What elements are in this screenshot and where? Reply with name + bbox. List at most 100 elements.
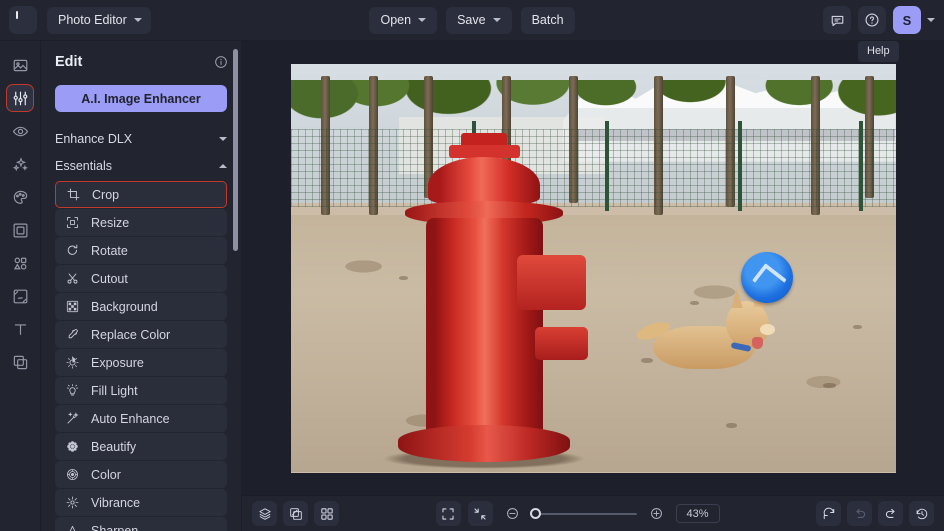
- history-button[interactable]: [909, 501, 934, 526]
- group-enhance-dlx[interactable]: Enhance DLX: [55, 126, 227, 151]
- crop-icon: [66, 188, 81, 201]
- tool-item-label: Cutout: [91, 272, 128, 286]
- tool-item-sharpen[interactable]: Sharpen: [55, 517, 227, 531]
- texture-icon: [12, 288, 29, 305]
- tool-item-fill-light[interactable]: Fill Light: [55, 377, 227, 404]
- sidebar-tool-touchup[interactable]: [6, 117, 34, 145]
- chevron-up-icon: [219, 164, 227, 168]
- magic-wand-icon: [65, 412, 80, 425]
- undo-button[interactable]: [847, 501, 872, 526]
- fire-hydrant-subject: [357, 133, 611, 472]
- essentials-tool-list: Crop Resize: [55, 181, 227, 531]
- eyedropper-icon: [65, 328, 80, 341]
- zoom-level-field[interactable]: 43%: [676, 504, 720, 523]
- user-avatar[interactable]: S: [893, 6, 921, 34]
- zoom-in-button[interactable]: [644, 501, 669, 526]
- layers-button[interactable]: [252, 501, 277, 526]
- eye-icon: [12, 123, 29, 140]
- tool-item-rotate[interactable]: Rotate: [55, 237, 227, 264]
- help-button[interactable]: [858, 6, 886, 34]
- product-switcher[interactable]: Photo Editor: [47, 7, 151, 34]
- sidebar-tool-graphics[interactable]: [6, 249, 34, 277]
- sidebar-tool-image[interactable]: [6, 51, 34, 79]
- panel-scrollbar[interactable]: [233, 41, 238, 531]
- account-chevron-down-icon[interactable]: [927, 18, 935, 22]
- feedback-button[interactable]: [823, 6, 851, 34]
- reset-button[interactable]: [816, 501, 841, 526]
- shapes-icon: [12, 255, 29, 272]
- help-tooltip: Help: [858, 41, 899, 62]
- group-essentials-label: Essentials: [55, 159, 112, 173]
- bulb-icon: [65, 384, 80, 397]
- tool-item-exposure[interactable]: Exposure: [55, 349, 227, 376]
- sidebar-tool-layers[interactable]: [6, 348, 34, 376]
- edited-photo[interactable]: [291, 64, 896, 473]
- edit-panel: Edit A.I. Image Enhancer Enhance DLX: [41, 41, 242, 531]
- tool-item-beautify[interactable]: Beautify: [55, 433, 227, 460]
- sidebar-tool-frames[interactable]: [6, 216, 34, 244]
- zoom-slider[interactable]: [500, 501, 669, 526]
- batch-button[interactable]: Batch: [521, 7, 575, 34]
- grid-button[interactable]: [314, 501, 339, 526]
- sliders-icon: [12, 90, 29, 107]
- color-wheel-icon: [65, 468, 80, 481]
- chevron-down-icon: [418, 18, 426, 22]
- tool-item-label: Vibrance: [91, 496, 140, 510]
- sidebar-tool-edit[interactable]: [6, 84, 34, 112]
- tool-item-label: Beautify: [91, 440, 136, 454]
- fit-screen-button[interactable]: [468, 501, 493, 526]
- tool-item-color[interactable]: Color: [55, 461, 227, 488]
- layers-stack-icon: [12, 354, 29, 371]
- compare-icon: [289, 507, 303, 521]
- zoom-slider-track[interactable]: [532, 513, 637, 515]
- tool-item-label: Fill Light: [91, 384, 138, 398]
- sidebar-tool-textures[interactable]: [6, 282, 34, 310]
- history-icon: [915, 507, 929, 521]
- chat-bubble-icon: [830, 13, 845, 28]
- rotate-icon: [65, 244, 80, 257]
- tool-item-label: Rotate: [91, 244, 128, 258]
- edit-panel-header: Edit: [41, 41, 241, 83]
- sparkles-icon: [12, 156, 29, 173]
- save-button[interactable]: Save: [446, 7, 512, 34]
- tool-item-auto-enhance[interactable]: Auto Enhance: [55, 405, 227, 432]
- ai-image-enhancer-button[interactable]: A.I. Image Enhancer: [55, 85, 227, 112]
- plus-circle-icon: [649, 506, 664, 521]
- editor-body: Edit A.I. Image Enhancer Enhance DLX: [0, 41, 944, 531]
- ai-image-enhancer-label: A.I. Image Enhancer: [81, 92, 200, 106]
- canvas-area[interactable]: [242, 41, 944, 495]
- sidebar-tool-effects[interactable]: [6, 150, 34, 178]
- tool-item-label: Sharpen: [91, 524, 138, 531]
- scissors-icon: [65, 272, 80, 285]
- panel-info-button[interactable]: [214, 55, 228, 69]
- tool-item-vibrance[interactable]: Vibrance: [55, 489, 227, 516]
- panel-scrollbar-thumb[interactable]: [233, 49, 238, 251]
- tool-item-label: Crop: [92, 188, 119, 202]
- fullscreen-button[interactable]: [436, 501, 461, 526]
- avatar-initial: S: [903, 13, 912, 28]
- batch-label: Batch: [532, 13, 564, 27]
- canvas-region: 43%: [242, 41, 944, 531]
- palette-icon: [12, 189, 29, 206]
- tool-item-cutout[interactable]: Cutout: [55, 265, 227, 292]
- zoom-slider-thumb[interactable]: [530, 508, 541, 519]
- tool-item-replace-color[interactable]: Replace Color: [55, 321, 227, 348]
- sidebar-tool-artsy[interactable]: [6, 183, 34, 211]
- top-bar: Photo Editor Open Save Batch: [0, 0, 944, 41]
- zoom-out-button[interactable]: [500, 501, 525, 526]
- group-essentials[interactable]: Essentials: [55, 153, 227, 178]
- sidebar-tool-text[interactable]: [6, 315, 34, 343]
- save-label: Save: [457, 13, 486, 27]
- app-logo-button[interactable]: [9, 6, 37, 34]
- tool-item-crop[interactable]: Crop: [55, 181, 227, 208]
- open-button[interactable]: Open: [369, 7, 437, 34]
- chevron-down-icon: [134, 18, 142, 22]
- zoom-level-value: 43%: [686, 508, 708, 520]
- chevron-down-icon: [219, 137, 227, 141]
- tool-item-resize[interactable]: Resize: [55, 209, 227, 236]
- top-bar-right: S: [823, 6, 935, 34]
- tool-item-background[interactable]: Background: [55, 293, 227, 320]
- redo-button[interactable]: [878, 501, 903, 526]
- compare-button[interactable]: [283, 501, 308, 526]
- undo-icon: [853, 507, 867, 521]
